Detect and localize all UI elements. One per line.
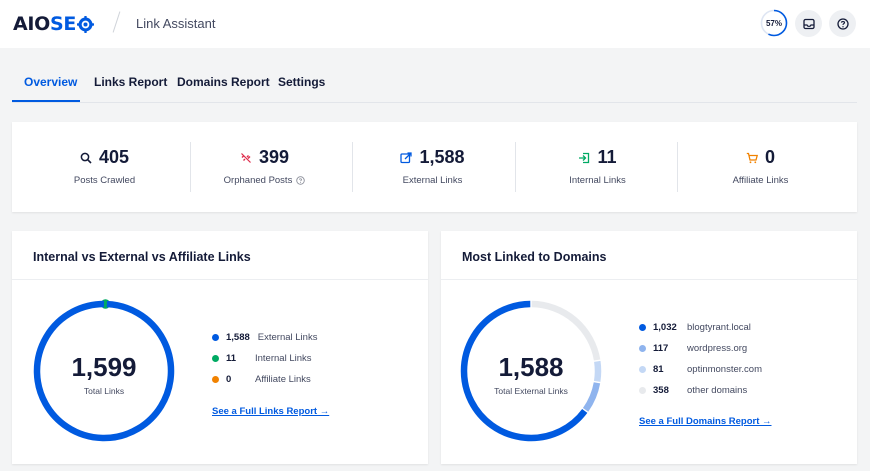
stat-value: 1,588 [419,147,465,167]
legend-item-domain: 117 wordpress.org [639,343,747,354]
stat-divider [677,142,678,192]
total-links-value: 1,599 [71,352,137,382]
search-icon [80,152,92,164]
legend-value: 1,588 [226,332,250,343]
breadcrumb: Link Assistant [136,16,216,31]
legend-item-domain: 1,032 blogtyrant.local [639,322,751,333]
links-breakdown-panel: Internal vs External vs Affiliate Links … [12,231,428,464]
legend-label: External Links [257,332,318,343]
legend-dot [212,355,219,362]
stat-label: Internal Links [569,175,626,186]
legend-value: 0 [226,374,232,385]
legend-item-domain: 358 other domains [639,385,747,396]
legend-label: blogtyrant.local [687,322,751,333]
stat-orphaned-posts: 399 Orphaned Posts [183,122,346,212]
legend-item-domain: 81 optinmonster.com [639,364,762,375]
panel-title: Internal vs External vs Affiliate Links [33,250,251,264]
stat-label: Posts Crawled [73,175,136,186]
total-external-value: 1,588 [498,352,564,382]
internal-link-icon [579,152,590,163]
stat-label: External Links [402,175,463,186]
tab-overview[interactable]: Overview [24,75,77,89]
stat-value: 11 [597,147,617,167]
legend-item-internal: 11 Internal Links [212,353,312,364]
breadcrumb-separator [112,11,121,33]
stat-posts-crawled: 405 Posts Crawled [23,122,186,212]
legend-label: optinmonster.com [687,364,762,375]
stat-label: Orphaned Posts [223,175,293,186]
stat-external-links: 1,588 External Links [351,122,514,212]
legend-dot [212,334,219,341]
tab-settings[interactable]: Settings [278,75,325,89]
external-link-icon [400,151,413,163]
full-links-report-link[interactable]: See a Full Links Report → [212,406,329,417]
stat-value: 399 [258,147,290,167]
legend-label: wordpress.org [687,343,748,354]
aioseo-logo[interactable]: AIOSE [13,13,95,35]
help-tooltip-icon[interactable] [296,176,306,185]
tab-links-report[interactable]: Links Report [94,75,167,89]
panel-divider [12,279,428,280]
stat-value: 0 [764,147,775,167]
seo-score-value: 57% [765,18,782,28]
inbox-icon [802,18,815,29]
panel-divider [441,279,857,280]
top-bar: AIOSE Link Assistant 57% [0,0,870,48]
tab-domains-report[interactable]: Domains Report [177,75,270,89]
legend-label: other domains [687,385,748,396]
panel-title: Most Linked to Domains [462,250,607,264]
legend-dot [639,345,646,352]
legend-label: Affiliate Links [255,374,311,385]
notifications-button[interactable] [795,10,822,37]
help-icon [836,17,849,30]
total-links-label: Total Links [83,386,125,396]
legend-dot [639,366,646,373]
total-external-label: Total External Links [494,386,568,396]
legend-dot [639,387,646,394]
legend-value: 358 [653,385,669,396]
legend-dot [212,376,219,383]
stat-affiliate-links: 0 Affiliate Links [679,122,842,212]
active-tab-indicator [12,100,80,102]
legend-value: 117 [653,343,669,354]
stat-internal-links: 11 Internal Links [516,122,679,212]
full-domains-report-link[interactable]: See a Full Domains Report → [639,416,772,427]
logo-gear-icon [77,15,95,33]
logo-text: AIOSE [13,13,77,35]
tab-bar: Overview Links Report Domains Report Set… [0,48,870,104]
legend-item-affiliate: 0 Affiliate Links [212,374,311,385]
legend-value: 81 [653,364,664,375]
legend-item-external: 1,588 External Links [212,332,317,343]
legend-dot [639,324,646,331]
stat-label: Affiliate Links [732,175,789,186]
stat-value: 405 [98,147,130,167]
stats-card: 405 Posts Crawled 399 Orphaned Posts 1,5… [12,122,857,212]
tabs-divider [12,102,857,103]
legend-label: Internal Links [255,353,312,364]
unlink-icon [241,152,251,163]
legend-value: 1,032 [653,322,677,333]
legend-value: 11 [226,353,237,364]
cart-icon [746,152,758,163]
help-button[interactable] [829,10,856,37]
domains-panel: Most Linked to Domains 1,588 Total Exter… [441,231,857,464]
